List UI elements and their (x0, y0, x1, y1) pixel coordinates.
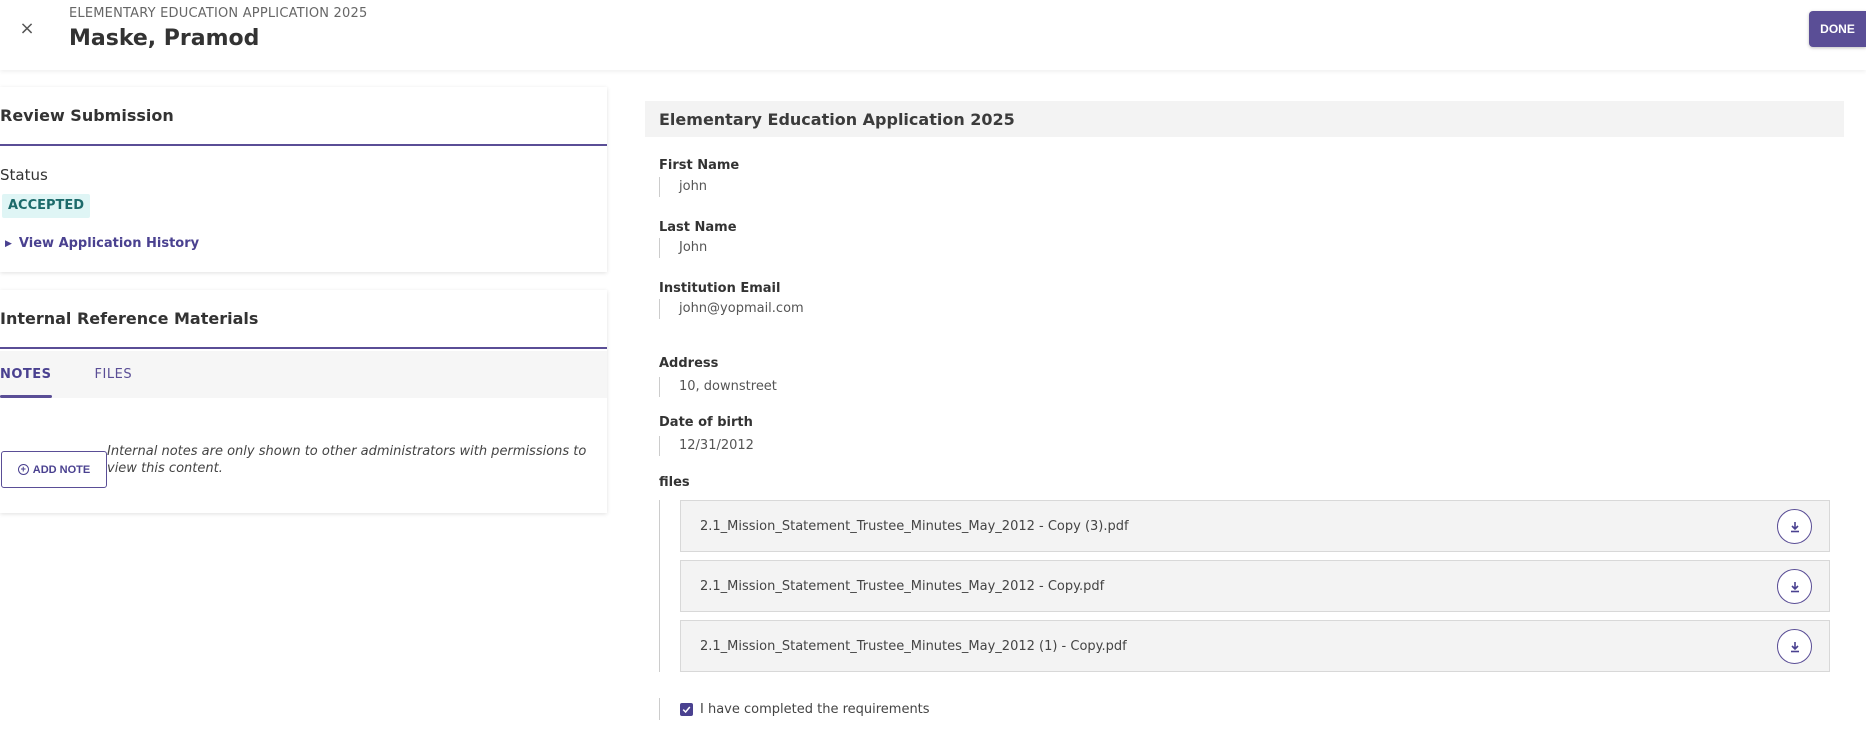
reference-tabs: NOTES FILES (0, 351, 607, 398)
requirements-label: I have completed the requirements (700, 701, 930, 717)
field-label-date-of-birth: Date of birth (659, 415, 753, 430)
add-note-label: ADD NOTE (32, 463, 91, 476)
status-label: Status (0, 166, 48, 184)
view-application-history-link[interactable]: ▶ View Application History (5, 236, 199, 251)
close-icon[interactable]: × (16, 18, 38, 40)
download-button[interactable] (1777, 509, 1812, 544)
file-row: 2.1_Mission_Statement_Trustee_Minutes_Ma… (680, 560, 1830, 612)
field-value-address: 10, downstreet (659, 377, 777, 397)
requirements-checkbox[interactable] (680, 702, 693, 716)
plus-circle-icon: + (17, 464, 29, 475)
history-link-label: View Application History (18, 236, 200, 251)
tab-files[interactable]: FILES (95, 351, 133, 398)
notes-help-text: Internal notes are only shown to other a… (107, 444, 587, 476)
field-label-address: Address (659, 356, 719, 371)
review-submission-title: Review Submission (0, 87, 607, 146)
requirements-row: I have completed the requirements (659, 698, 930, 720)
caret-right-icon: ▶ (5, 238, 12, 249)
add-note-button[interactable]: + ADD NOTE (1, 451, 107, 488)
applicant-name: Maske, Pramod (69, 26, 260, 51)
download-icon (1790, 641, 1799, 652)
files-list: 2.1_Mission_Statement_Trustee_Minutes_Ma… (659, 500, 1830, 672)
review-submission-card: Review Submission Status ACCEPTED ▶ View… (0, 87, 607, 272)
field-value-date-of-birth: 12/31/2012 (659, 436, 754, 456)
field-label-institution-email: Institution Email (659, 281, 781, 296)
status-badge: ACCEPTED (2, 194, 91, 218)
field-label-last-name: Last Name (659, 220, 737, 235)
download-button[interactable] (1777, 629, 1812, 664)
application-kicker: ELEMENTARY EDUCATION APPLICATION 2025 (69, 6, 368, 21)
internal-reference-title: Internal Reference Materials (0, 290, 607, 349)
internal-reference-card: Internal Reference Materials NOTES FILES… (0, 290, 607, 513)
file-name: 2.1_Mission_Statement_Trustee_Minutes_Ma… (700, 518, 1129, 534)
file-row: 2.1_Mission_Statement_Trustee_Minutes_Ma… (680, 500, 1830, 552)
field-value-last-name: John (659, 238, 707, 258)
download-icon (1790, 581, 1799, 592)
app-header: × ELEMENTARY EDUCATION APPLICATION 2025 … (0, 0, 1866, 70)
checkmark-icon (682, 706, 691, 713)
file-name: 2.1_Mission_Statement_Trustee_Minutes_Ma… (700, 638, 1127, 654)
tab-notes[interactable]: NOTES (0, 351, 52, 398)
download-icon (1790, 521, 1799, 532)
field-value-institution-email: john@yopmail.com (659, 299, 804, 319)
file-row: 2.1_Mission_Statement_Trustee_Minutes_Ma… (680, 620, 1830, 672)
field-label-first-name: First Name (659, 158, 740, 173)
field-value-first-name: john (659, 177, 707, 197)
download-button[interactable] (1777, 569, 1812, 604)
field-label-files: files (659, 475, 690, 490)
file-name: 2.1_Mission_Statement_Trustee_Minutes_Ma… (700, 578, 1105, 594)
done-button[interactable]: DONE (1809, 11, 1866, 47)
form-title: Elementary Education Application 2025 (645, 101, 1844, 137)
